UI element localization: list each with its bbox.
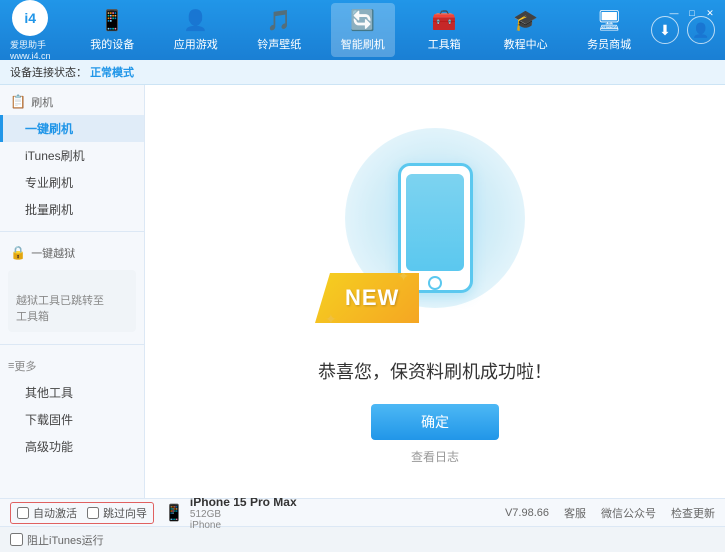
nav-my-device-label: 我的设备 bbox=[90, 36, 134, 52]
flash-section: 📋 刷机 一键刷机 iTunes刷机 专业刷机 批量刷机 bbox=[0, 85, 144, 227]
nav-my-device[interactable]: 📱 我的设备 bbox=[80, 3, 144, 57]
nav-toolbox-label: 工具箱 bbox=[428, 36, 461, 52]
jailbreak-notice: 越狱工具已跳转至 工具箱 bbox=[8, 270, 136, 332]
sidebar-divider-2 bbox=[0, 344, 144, 345]
status-value: 正常模式 bbox=[90, 67, 134, 79]
nav-smart-flash-label: 智能刷机 bbox=[341, 36, 385, 52]
app-logo: i4 爱思助手 www.i4.cn bbox=[10, 0, 51, 61]
my-device-icon: 📱 bbox=[100, 8, 125, 33]
ribbon-shape: NEW ✦ ✦ bbox=[315, 273, 419, 323]
maximize-button[interactable]: □ bbox=[685, 6, 699, 20]
sidebar-advanced[interactable]: 高级功能 bbox=[0, 433, 144, 460]
main-content: NEW ✦ ✦ 恭喜您，保资料刷机成功啦！ 确定 查看日志 bbox=[145, 85, 725, 498]
activation-area: 自动激活 跳过向导 bbox=[10, 502, 154, 524]
device-icon: 📱 bbox=[164, 503, 184, 523]
sparkle-icon-2: ✦ bbox=[325, 311, 337, 328]
logo-icon: i4 bbox=[12, 0, 48, 36]
nav-tutorial[interactable]: 🎓 教程中心 bbox=[494, 3, 558, 57]
ribbon-text: NEW bbox=[345, 285, 399, 311]
skip-guide-label: 跳过向导 bbox=[103, 505, 147, 521]
download-button[interactable]: ⬇ bbox=[651, 16, 679, 44]
wechat-link[interactable]: 微信公众号 bbox=[601, 505, 656, 521]
nav-apps-games[interactable]: 👤 应用游戏 bbox=[164, 3, 228, 57]
minimize-button[interactable]: — bbox=[667, 6, 681, 20]
block-itunes-checkbox[interactable] bbox=[10, 533, 23, 546]
nav-business[interactable]: 🖥 务员商城 bbox=[577, 3, 641, 57]
device-type: iPhone bbox=[190, 520, 297, 531]
device-bar: 自动激活 跳过向导 📱 iPhone 15 Pro Max 512GB iPho… bbox=[0, 498, 725, 526]
nav-smart-flash[interactable]: 🔄 智能刷机 bbox=[331, 3, 395, 57]
status-bar: 设备连接状态： 正常模式 bbox=[0, 60, 725, 85]
business-icon: 🖥 bbox=[596, 8, 621, 33]
user-button[interactable]: 👤 bbox=[687, 16, 715, 44]
jailbreak-section: 🔒 一键越狱 越狱工具已跳转至 工具箱 bbox=[0, 236, 144, 340]
device-storage: 512GB bbox=[190, 509, 297, 520]
header-actions: ⬇ 👤 bbox=[651, 16, 715, 44]
auto-activate-label: 自动激活 bbox=[33, 505, 77, 521]
sidebar-divider-1 bbox=[0, 231, 144, 232]
block-itunes-label: 阻止iTunes运行 bbox=[27, 532, 104, 548]
ringtones-icon: 🎵 bbox=[267, 8, 292, 33]
toolbox-icon: 🧰 bbox=[432, 8, 457, 33]
flash-section-icon: 📋 bbox=[10, 94, 26, 110]
check-update-link[interactable]: 检查更新 bbox=[671, 505, 715, 521]
nav-tutorial-label: 教程中心 bbox=[504, 36, 548, 52]
success-message: 恭喜您，保资料刷机成功啦！ bbox=[318, 358, 552, 384]
home-link[interactable]: 客服 bbox=[564, 505, 586, 521]
nav-toolbox[interactable]: 🧰 工具箱 bbox=[414, 3, 474, 57]
nav-ringtones[interactable]: 🎵 铃声壁纸 bbox=[247, 3, 311, 57]
main-layout: 📋 刷机 一键刷机 iTunes刷机 专业刷机 批量刷机 🔒 一键越狱 bbox=[0, 85, 725, 498]
sidebar: 📋 刷机 一键刷机 iTunes刷机 专业刷机 批量刷机 🔒 一键越狱 bbox=[0, 85, 145, 498]
jailbreak-section-header: 🔒 一键越狱 bbox=[0, 240, 144, 266]
sidebar-pro-flash[interactable]: 专业刷机 bbox=[0, 169, 144, 196]
close-button[interactable]: ✕ bbox=[703, 6, 717, 20]
smart-flash-icon: 🔄 bbox=[350, 8, 375, 33]
logo-char: i4 bbox=[24, 10, 36, 26]
more-section: ≡ 更多 其他工具 下载固件 高级功能 bbox=[0, 349, 144, 464]
apps-icon: 👤 bbox=[183, 8, 208, 33]
flash-section-label: 刷机 bbox=[31, 94, 53, 110]
auto-activate-checkbox[interactable] bbox=[17, 507, 29, 519]
confirm-button[interactable]: 确定 bbox=[371, 404, 499, 440]
footer-links: V7.98.66 客服 微信公众号 检查更新 bbox=[505, 505, 715, 521]
nav-ringtones-label: 铃声壁纸 bbox=[257, 36, 301, 52]
phone-illustration: NEW ✦ ✦ bbox=[335, 118, 535, 338]
phone-screen bbox=[406, 174, 464, 271]
view-log-link[interactable]: 查看日志 bbox=[411, 448, 459, 465]
jailbreak-icon: 🔒 bbox=[10, 245, 26, 261]
new-ribbon: NEW ✦ ✦ bbox=[315, 273, 419, 323]
more-section-header: ≡ 更多 bbox=[0, 353, 144, 379]
jailbreak-label: 一键越狱 bbox=[31, 245, 75, 261]
nav-apps-label: 应用游戏 bbox=[174, 36, 218, 52]
more-label: 更多 bbox=[14, 358, 36, 374]
version-text: V7.98.66 bbox=[505, 507, 549, 519]
sidebar-one-key-flash[interactable]: 一键刷机 bbox=[0, 115, 144, 142]
sidebar-download-firmware[interactable]: 下载固件 bbox=[0, 406, 144, 433]
status-prefix: 设备连接状态： bbox=[10, 67, 87, 79]
sidebar-other-tools[interactable]: 其他工具 bbox=[0, 379, 144, 406]
itunes-check-area: 阻止iTunes运行 bbox=[10, 532, 104, 548]
device-info: 📱 iPhone 15 Pro Max 512GB iPhone bbox=[164, 495, 505, 531]
sidebar-itunes-flash[interactable]: iTunes刷机 bbox=[0, 142, 144, 169]
app-header: i4 爱思助手 www.i4.cn 📱 我的设备 👤 应用游戏 🎵 铃声壁纸 🔄… bbox=[0, 0, 725, 60]
logo-subtitle: 爱思助手 www.i4.cn bbox=[10, 38, 51, 61]
flash-section-header: 📋 刷机 bbox=[0, 89, 144, 115]
phone-home-button bbox=[428, 276, 442, 290]
nav-business-label: 务员商城 bbox=[587, 36, 631, 52]
sidebar-batch-flash[interactable]: 批量刷机 bbox=[0, 196, 144, 223]
main-nav: 📱 我的设备 👤 应用游戏 🎵 铃声壁纸 🔄 智能刷机 🧰 工具箱 🎓 教程中心… bbox=[71, 3, 651, 57]
skip-guide-checkbox[interactable] bbox=[87, 507, 99, 519]
device-details: iPhone 15 Pro Max 512GB iPhone bbox=[190, 495, 297, 531]
tutorial-icon: 🎓 bbox=[513, 8, 538, 33]
